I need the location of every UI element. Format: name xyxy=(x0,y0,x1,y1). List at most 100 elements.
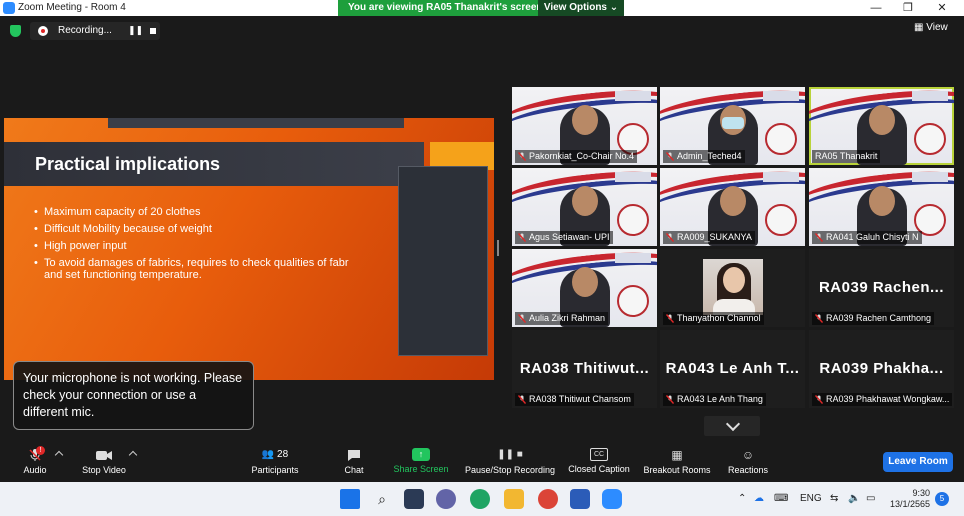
cc-icon: CC xyxy=(590,448,608,461)
tray-overflow-chevron-icon[interactable]: ⌃ xyxy=(738,493,746,504)
network-icon[interactable]: ⇆ xyxy=(830,493,838,504)
task-view-icon[interactable] xyxy=(404,489,424,509)
notification-count-badge[interactable]: 5 xyxy=(935,492,949,506)
participant-name-label: RA05 Thanakrit xyxy=(812,150,881,163)
edge-browser-icon[interactable] xyxy=(470,489,490,509)
start-windows-icon[interactable] xyxy=(340,489,360,509)
stop-recording-icon[interactable] xyxy=(150,28,156,34)
microphone-warning-toast[interactable]: Your microphone is not working. Please c… xyxy=(13,361,254,430)
viewing-banner-text: You are viewing RA05 Thanakrit's screen xyxy=(348,2,543,13)
share-screen-button[interactable]: ↑ Share Screen xyxy=(392,448,450,474)
battery-icon[interactable]: ▭ xyxy=(866,493,875,504)
leave-room-button[interactable]: Leave Room xyxy=(883,452,953,472)
onedrive-cloud-icon[interactable]: ☁ xyxy=(754,493,764,504)
video-camera-icon xyxy=(96,451,112,460)
audio-options-caret-icon[interactable] xyxy=(54,450,64,460)
slide-bullet: Difficult Mobility because of weight xyxy=(34,223,414,235)
smiley-plus-icon: ☺ xyxy=(741,448,755,462)
search-icon[interactable]: ⌕ xyxy=(372,489,392,509)
video-options-caret-icon[interactable] xyxy=(128,450,138,460)
participant-video-head xyxy=(571,105,598,135)
backdrop-logo xyxy=(615,253,651,263)
recording-dot-icon xyxy=(38,26,48,36)
chat-app-icon[interactable] xyxy=(436,489,456,509)
chat-button[interactable]: Chat xyxy=(340,448,368,475)
volume-muted-icon[interactable]: 🔈 xyxy=(848,493,860,504)
pause-recording-icon[interactable]: ❚❚ xyxy=(128,25,143,36)
microphone-muted-icon xyxy=(666,314,674,323)
reactions-button[interactable]: ☺ Reactions xyxy=(726,448,770,475)
meeting-toolbar: Audio ! Stop Video 👥 28 Participants Cha… xyxy=(0,440,964,481)
word-app-icon[interactable] xyxy=(570,489,590,509)
participant-tile[interactable]: RA038 Thitiwut... RA038 Thitiwut Chansom xyxy=(512,330,657,408)
gallery-next-page-button[interactable] xyxy=(704,416,760,436)
participant-name-text: RA039 Rachen Camthong xyxy=(826,313,932,323)
microphone-muted-icon xyxy=(815,233,823,242)
minimize-icon[interactable]: — xyxy=(860,0,892,16)
reactions-label: Reactions xyxy=(727,465,769,475)
chrome-browser-icon[interactable] xyxy=(538,489,558,509)
file-explorer-icon[interactable] xyxy=(504,489,524,509)
participant-name-text: RA039 Phakhawat Wongkaw... xyxy=(826,394,950,404)
keyboard-icon[interactable]: ⌨ xyxy=(774,493,788,504)
participant-name-display: RA043 Le Anh T... xyxy=(665,360,800,377)
recording-label: Recording... xyxy=(58,25,112,36)
participant-name-label: RA038 Thitiwut Chansom xyxy=(515,393,634,406)
participant-name-label: Thanyathon Channol xyxy=(663,312,764,325)
participant-tile[interactable]: RA041 Galuh Chisyti N xyxy=(809,168,954,246)
chat-bubble-icon xyxy=(348,450,360,461)
participant-name-display: RA039 Phakha... xyxy=(819,360,944,377)
participant-tile[interactable]: RA039 Phakha... RA039 Phakhawat Wongkaw..… xyxy=(809,330,954,408)
system-clock[interactable]: 9:30 13/1/2565 xyxy=(890,488,930,510)
breakout-rooms-button[interactable]: ▦ Breakout Rooms xyxy=(642,448,712,475)
participant-name-text: Aulia Zikri Rahman xyxy=(529,313,606,323)
microphone-muted-icon xyxy=(518,395,526,404)
participant-name-text: RA041 Galuh Chisyti N xyxy=(826,232,919,242)
participant-name-text: RA038 Thitiwut Chansom xyxy=(529,394,631,404)
microphone-muted-icon xyxy=(518,152,526,161)
pause-stop-icon: ❚❚ ■ xyxy=(497,449,523,460)
restore-icon[interactable]: ❐ xyxy=(892,0,924,16)
award-seal-icon xyxy=(765,204,797,236)
participant-tile[interactable]: Thanyathon Channol xyxy=(660,249,805,327)
view-options-button[interactable]: View Options ⌄ xyxy=(538,0,624,16)
closed-caption-button[interactable]: CC Closed Caption xyxy=(566,448,632,474)
split-view-handle[interactable] xyxy=(497,240,499,256)
participants-label: Participants xyxy=(251,465,299,475)
participant-tile[interactable]: Aulia Zikri Rahman xyxy=(512,249,657,327)
clock-date: 13/1/2565 xyxy=(890,499,931,509)
recording-indicator: Recording... ❚❚ xyxy=(30,22,160,40)
viewing-banner: You are viewing RA05 Thanakrit's screen … xyxy=(338,0,624,16)
participant-tile[interactable]: RA05 Thanakrit xyxy=(809,87,954,165)
stop-video-button[interactable]: Stop Video xyxy=(80,448,128,475)
participants-count: 28 xyxy=(277,449,289,460)
slide-bullet: Maximum capacity of 20 clothes xyxy=(34,206,414,218)
photo-face xyxy=(723,267,745,293)
participant-name-text: Admin_Teched4 xyxy=(677,151,742,161)
participant-name-text: Agus Setiawan- UPI xyxy=(529,232,610,242)
view-layout-button[interactable]: ▦ View xyxy=(914,22,948,33)
close-icon[interactable]: ✕ xyxy=(926,0,958,16)
participant-name-label: RA009_SUKANYA xyxy=(663,231,755,244)
audio-button[interactable]: Audio xyxy=(18,448,52,475)
participant-tile[interactable]: RA043 Le Anh T... RA043 Le Anh Thang xyxy=(660,330,805,408)
microphone-muted-icon xyxy=(815,395,823,404)
participant-tile[interactable]: Admin_Teched4 xyxy=(660,87,805,165)
microphone-muted-icon xyxy=(518,314,526,323)
participant-tile[interactable]: RA009_SUKANYA xyxy=(660,168,805,246)
backdrop-logo xyxy=(615,172,651,182)
clock-time: 9:30 xyxy=(912,488,930,498)
grid-icon: ▦ xyxy=(914,22,924,33)
language-indicator[interactable]: ENG xyxy=(800,493,822,504)
backdrop-logo xyxy=(615,91,651,101)
pause-stop-recording-button[interactable]: ❚❚ ■ Pause/Stop Recording xyxy=(462,448,558,475)
participant-tile[interactable]: Pakornkiat_Co-Chair No.4 xyxy=(512,87,657,165)
participant-tile[interactable]: RA039 Rachen... RA039 Rachen Camthong xyxy=(809,249,954,327)
microphone-muted-icon xyxy=(518,233,526,242)
security-shield-icon[interactable] xyxy=(10,25,21,37)
participant-tile[interactable]: Agus Setiawan- UPI xyxy=(512,168,657,246)
slide-bullet-continuation: and set functioning temperature. xyxy=(44,269,202,281)
participants-button[interactable]: 👥 28 Participants xyxy=(248,448,302,475)
zoom-taskbar-icon[interactable] xyxy=(602,489,622,509)
participant-name-label: Admin_Teched4 xyxy=(663,150,745,163)
